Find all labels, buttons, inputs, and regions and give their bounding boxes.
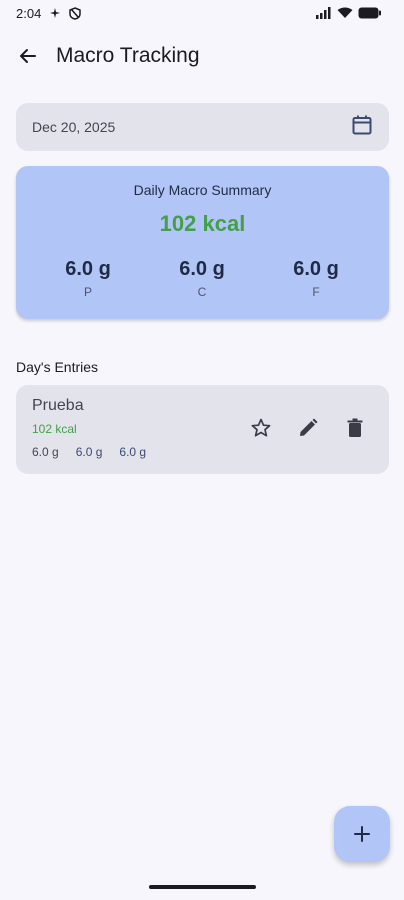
date-value: Dec 20, 2025 [32, 119, 116, 135]
carbs-value: 6.0 g [179, 258, 225, 280]
wifi-icon [337, 7, 353, 19]
entry-name: Prueba [32, 397, 84, 414]
status-bar: 2:04 [0, 0, 404, 26]
entry-kcal: 102 kcal [32, 422, 77, 436]
summary-title: Daily Macro Summary [133, 182, 272, 198]
battery-icon [358, 7, 382, 19]
carbs-label: C [197, 285, 207, 299]
entry-carbs: 6.0 g [75, 445, 103, 459]
list-item[interactable]: Prueba 102 kcal 6.0 g 6.0 g 6.0 g [16, 385, 389, 474]
sync-icon [49, 7, 61, 19]
delete-button[interactable] [338, 411, 371, 444]
back-button[interactable] [8, 36, 48, 76]
dnd-icon [69, 6, 82, 20]
status-time: 2:04 [16, 5, 42, 21]
add-entry-button[interactable] [334, 806, 390, 862]
entries-section-title: Day's Entries [16, 359, 99, 375]
protein-label: P [83, 285, 92, 299]
plus-icon [354, 826, 370, 842]
gesture-navigation-bar[interactable] [149, 885, 256, 889]
edit-button[interactable] [291, 411, 324, 444]
date-picker-field[interactable]: Dec 20, 2025 [16, 103, 389, 151]
protein-value: 6.0 g [65, 258, 111, 280]
entry-actions [244, 411, 371, 444]
entry-macros: 6.0 g 6.0 g 6.0 g [32, 445, 146, 459]
fat-label: F [312, 285, 320, 299]
star-outline-icon [251, 418, 270, 437]
entry-protein: 6.0 g [32, 445, 59, 459]
fat-summary: 6.0 g F [266, 258, 366, 299]
favorite-button[interactable] [244, 411, 277, 444]
pencil-icon [299, 418, 317, 436]
app-bar: Macro Tracking [0, 30, 404, 82]
trash-icon [347, 418, 362, 437]
carbs-summary: 6.0 g C [152, 258, 252, 299]
summary-kcal: 102 kcal [159, 211, 246, 236]
arrow-back-icon [20, 49, 36, 63]
macro-tracking-screen: 2:04 Macro Tracking Dec 20, 2025 Daily M… [0, 0, 404, 900]
daily-summary-card: Daily Macro Summary 102 kcal 6.0 g P 6.0… [16, 166, 389, 319]
protein-summary: 6.0 g P [38, 258, 138, 299]
calendar-icon[interactable] [351, 114, 373, 141]
entry-fat: 6.0 g [119, 445, 147, 459]
fat-value: 6.0 g [293, 258, 339, 280]
signal-icon [316, 7, 332, 19]
page-title: Macro Tracking [56, 44, 200, 67]
